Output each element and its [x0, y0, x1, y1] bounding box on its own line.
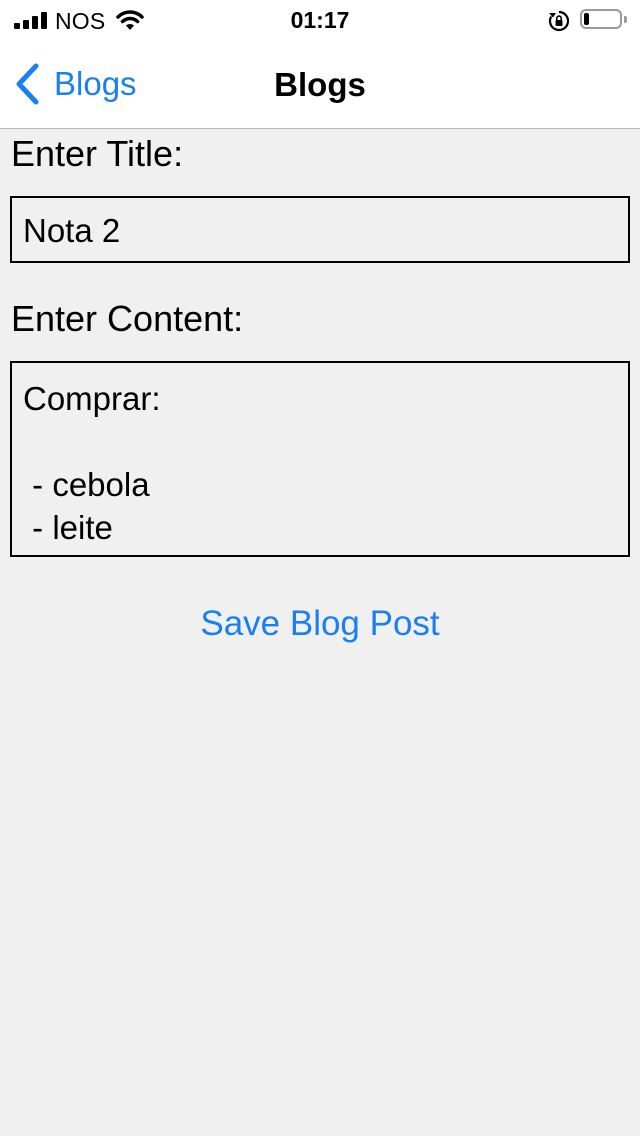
battery-icon	[580, 9, 622, 29]
rotation-lock-icon	[548, 10, 570, 32]
status-bar: NOS 01:17	[0, 0, 640, 40]
navigation-bar: Blogs Blogs	[0, 40, 640, 129]
battery-cap	[624, 16, 627, 23]
status-time: 01:17	[290, 7, 350, 33]
content-textarea[interactable]: Comprar: - cebola - leite	[10, 361, 630, 557]
battery-level	[584, 13, 589, 25]
page-title: Blogs	[274, 66, 366, 103]
save-blog-post-button[interactable]: Save Blog Post	[0, 604, 640, 644]
title-input[interactable]: Nota 2	[10, 196, 630, 263]
content-label: Enter Content:	[11, 298, 244, 339]
title-label: Enter Title:	[11, 133, 184, 174]
